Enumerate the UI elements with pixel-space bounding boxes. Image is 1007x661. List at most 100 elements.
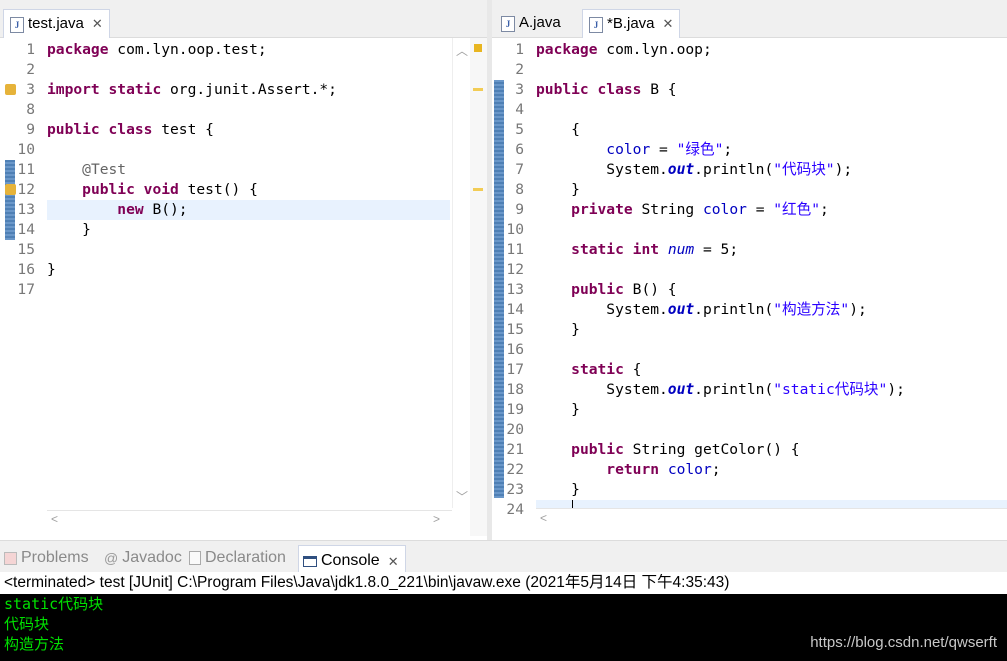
line-number: 13 [506, 281, 524, 298]
warning-marker [473, 88, 483, 91]
watermark: https://blog.csdn.net/qwserft [810, 634, 997, 651]
right-horizontal-scrollbar[interactable]: < [536, 508, 1007, 528]
code-text: public String getColor() { [571, 441, 800, 458]
console-icon [303, 555, 317, 567]
console-line: 构造方法 [4, 635, 65, 653]
right-editor-tabbar: J A.java J *B.java ✕ [492, 0, 1007, 38]
code-text: } [536, 321, 580, 338]
line-number: 15 [506, 321, 524, 338]
scroll-left-icon[interactable]: < [51, 512, 58, 526]
line-number: 5 [515, 121, 524, 138]
line-number: 7 [515, 161, 524, 178]
line-number: 18 [506, 381, 524, 398]
tab-label: Javadoc [122, 549, 182, 566]
code-text: public B() { [571, 281, 677, 298]
tab-label: Declaration [205, 549, 286, 566]
tab-console[interactable]: Console ✕ [298, 545, 406, 573]
code-text: private String color = "红色"; [571, 201, 829, 218]
line-number: 9 [515, 201, 524, 218]
console-line: 代码块 [4, 615, 50, 633]
line-number: 16 [506, 341, 524, 358]
code-text: color = "绿色"; [606, 141, 733, 158]
console-line: static代码块 [4, 595, 104, 613]
tab-problems[interactable]: Problems [4, 549, 89, 567]
line-number: 24 [506, 501, 524, 518]
line-number: 1 [515, 41, 524, 58]
code-text: public class test { [47, 121, 214, 138]
tab-label: *B.java [607, 15, 655, 32]
console-status: <terminated> test [JUnit] C:\Program Fil… [0, 572, 1007, 594]
bottom-panel-tabbar: Problems @ Javadoc Declaration Console ✕ [0, 540, 1007, 573]
line-number: 14 [17, 221, 35, 238]
warning-marker [474, 44, 482, 52]
code-text: @Test [82, 161, 127, 178]
code-text: public class B { [536, 81, 677, 98]
warning-marker [473, 188, 483, 191]
line-number: 17 [17, 281, 35, 298]
left-vertical-scrollbar[interactable]: ︿ ﹀ [452, 38, 470, 508]
line-number: 3 [26, 81, 35, 98]
close-icon[interactable]: ✕ [388, 554, 399, 570]
scroll-down-icon[interactable]: ﹀ [456, 488, 468, 505]
line-number: 11 [17, 161, 35, 178]
code-text: package com.lyn.oop; [536, 41, 712, 58]
line-number: 23 [506, 481, 524, 498]
left-editor-tabbar: J test.java ✕ [0, 0, 487, 38]
java-file-icon: J [10, 17, 24, 33]
line-number: 3 [515, 81, 524, 98]
code-text: } [536, 401, 580, 418]
line-number: 8 [26, 101, 35, 118]
close-icon[interactable]: ✕ [92, 16, 103, 32]
code-text: } [47, 261, 56, 278]
scroll-right-icon[interactable]: > [433, 512, 440, 526]
scroll-up-icon[interactable]: ︿ [456, 42, 468, 59]
tab-test-java[interactable]: J test.java ✕ [3, 9, 110, 38]
line-number: 12 [506, 261, 524, 278]
line-number: 17 [506, 361, 524, 378]
tab-javadoc[interactable]: @ Javadoc [104, 549, 182, 567]
tab-a-java[interactable]: J A.java [495, 9, 567, 38]
line-number: 1 [26, 41, 35, 58]
line-number: 2 [26, 61, 35, 78]
code-text: static { [571, 361, 642, 378]
code-text: new B(); [117, 201, 188, 218]
close-icon[interactable]: ✕ [663, 16, 674, 32]
code-text: { [536, 121, 580, 138]
code-text: return color; [606, 461, 721, 478]
javadoc-icon: @ [104, 550, 119, 566]
line-number: 2 [515, 61, 524, 78]
tab-label: Console [321, 552, 380, 569]
code-text: System.out.println("static代码块"); [536, 381, 905, 398]
right-editor[interactable]: 1 package com.lyn.oop; 2 3 public class B {4… [492, 38, 1007, 536]
line-number: 21 [506, 441, 524, 458]
line-number: 14 [506, 301, 524, 318]
overview-ruler [470, 38, 487, 536]
line-number: 20 [506, 421, 524, 438]
tab-label: test.java [28, 15, 84, 32]
line-number: 4 [515, 101, 524, 118]
line-number: 16 [17, 261, 35, 278]
line-number: 11 [506, 241, 524, 258]
declaration-icon [189, 551, 201, 565]
code-text: package com.lyn.oop.test; [47, 41, 267, 58]
left-editor[interactable]: 1 package com.lyn.oop.test; 2 3 import stati… [0, 38, 487, 536]
line-number: 6 [515, 141, 524, 158]
code-text: System.out.println("代码块"); [536, 161, 853, 178]
line-number: 12 [17, 181, 35, 198]
code-text: } [47, 221, 91, 238]
java-file-icon: J [501, 16, 515, 32]
code-text: } [536, 481, 580, 498]
tab-b-java[interactable]: J *B.java ✕ [582, 9, 681, 38]
code-text: System.out.println("构造方法"); [536, 301, 867, 318]
console-output[interactable]: static代码块 代码块 构造方法 https://blog.csdn.net… [0, 594, 1007, 661]
problems-icon [4, 551, 17, 565]
left-horizontal-scrollbar[interactable]: < > [47, 510, 452, 528]
line-number: 13 [17, 201, 35, 218]
line-number: 8 [515, 181, 524, 198]
code-text: } [536, 181, 580, 198]
scroll-left-icon[interactable]: < [540, 511, 547, 525]
line-number: 9 [26, 121, 35, 138]
code-text: static int num = 5; [571, 241, 739, 258]
tab-declaration[interactable]: Declaration [189, 549, 286, 567]
line-number: 15 [17, 241, 35, 258]
